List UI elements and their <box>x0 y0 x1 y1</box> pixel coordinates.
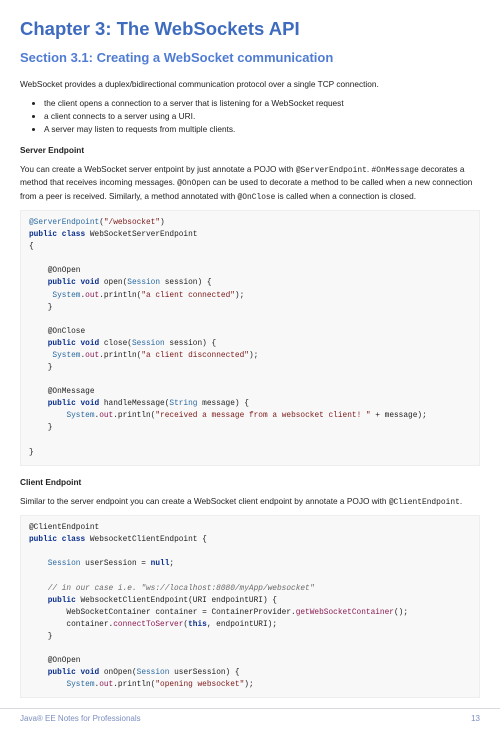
feature-list: the client opens a connection to a serve… <box>20 97 480 135</box>
intro-paragraph: WebSocket provides a duplex/bidirectiona… <box>20 78 480 90</box>
client-heading: Client Endpoint <box>20 476 480 488</box>
server-paragraph: You can create a WebSocket server entpoi… <box>20 163 480 203</box>
page-footer: Java® EE Notes for Professionals 13 <box>0 708 500 731</box>
list-item: the client opens a connection to a serve… <box>44 97 480 109</box>
page-content: Chapter 3: The WebSockets API Section 3.… <box>0 0 500 698</box>
chapter-title: Chapter 3: The WebSockets API <box>20 16 480 43</box>
footer-left: Java® EE Notes for Professionals <box>20 713 141 725</box>
footer-page-number: 13 <box>471 713 480 725</box>
list-item: a client connects to a server using a UR… <box>44 110 480 122</box>
server-code-block: @ServerEndpoint("/websocket") public cla… <box>20 210 480 466</box>
server-heading: Server Endpoint <box>20 144 480 156</box>
client-code-block: @ClientEndpoint public class WebsocketCl… <box>20 515 480 698</box>
section-title: Section 3.1: Creating a WebSocket commun… <box>20 49 480 68</box>
client-paragraph: Similar to the server endpoint you can c… <box>20 495 480 508</box>
list-item: A server may listen to requests from mul… <box>44 123 480 135</box>
